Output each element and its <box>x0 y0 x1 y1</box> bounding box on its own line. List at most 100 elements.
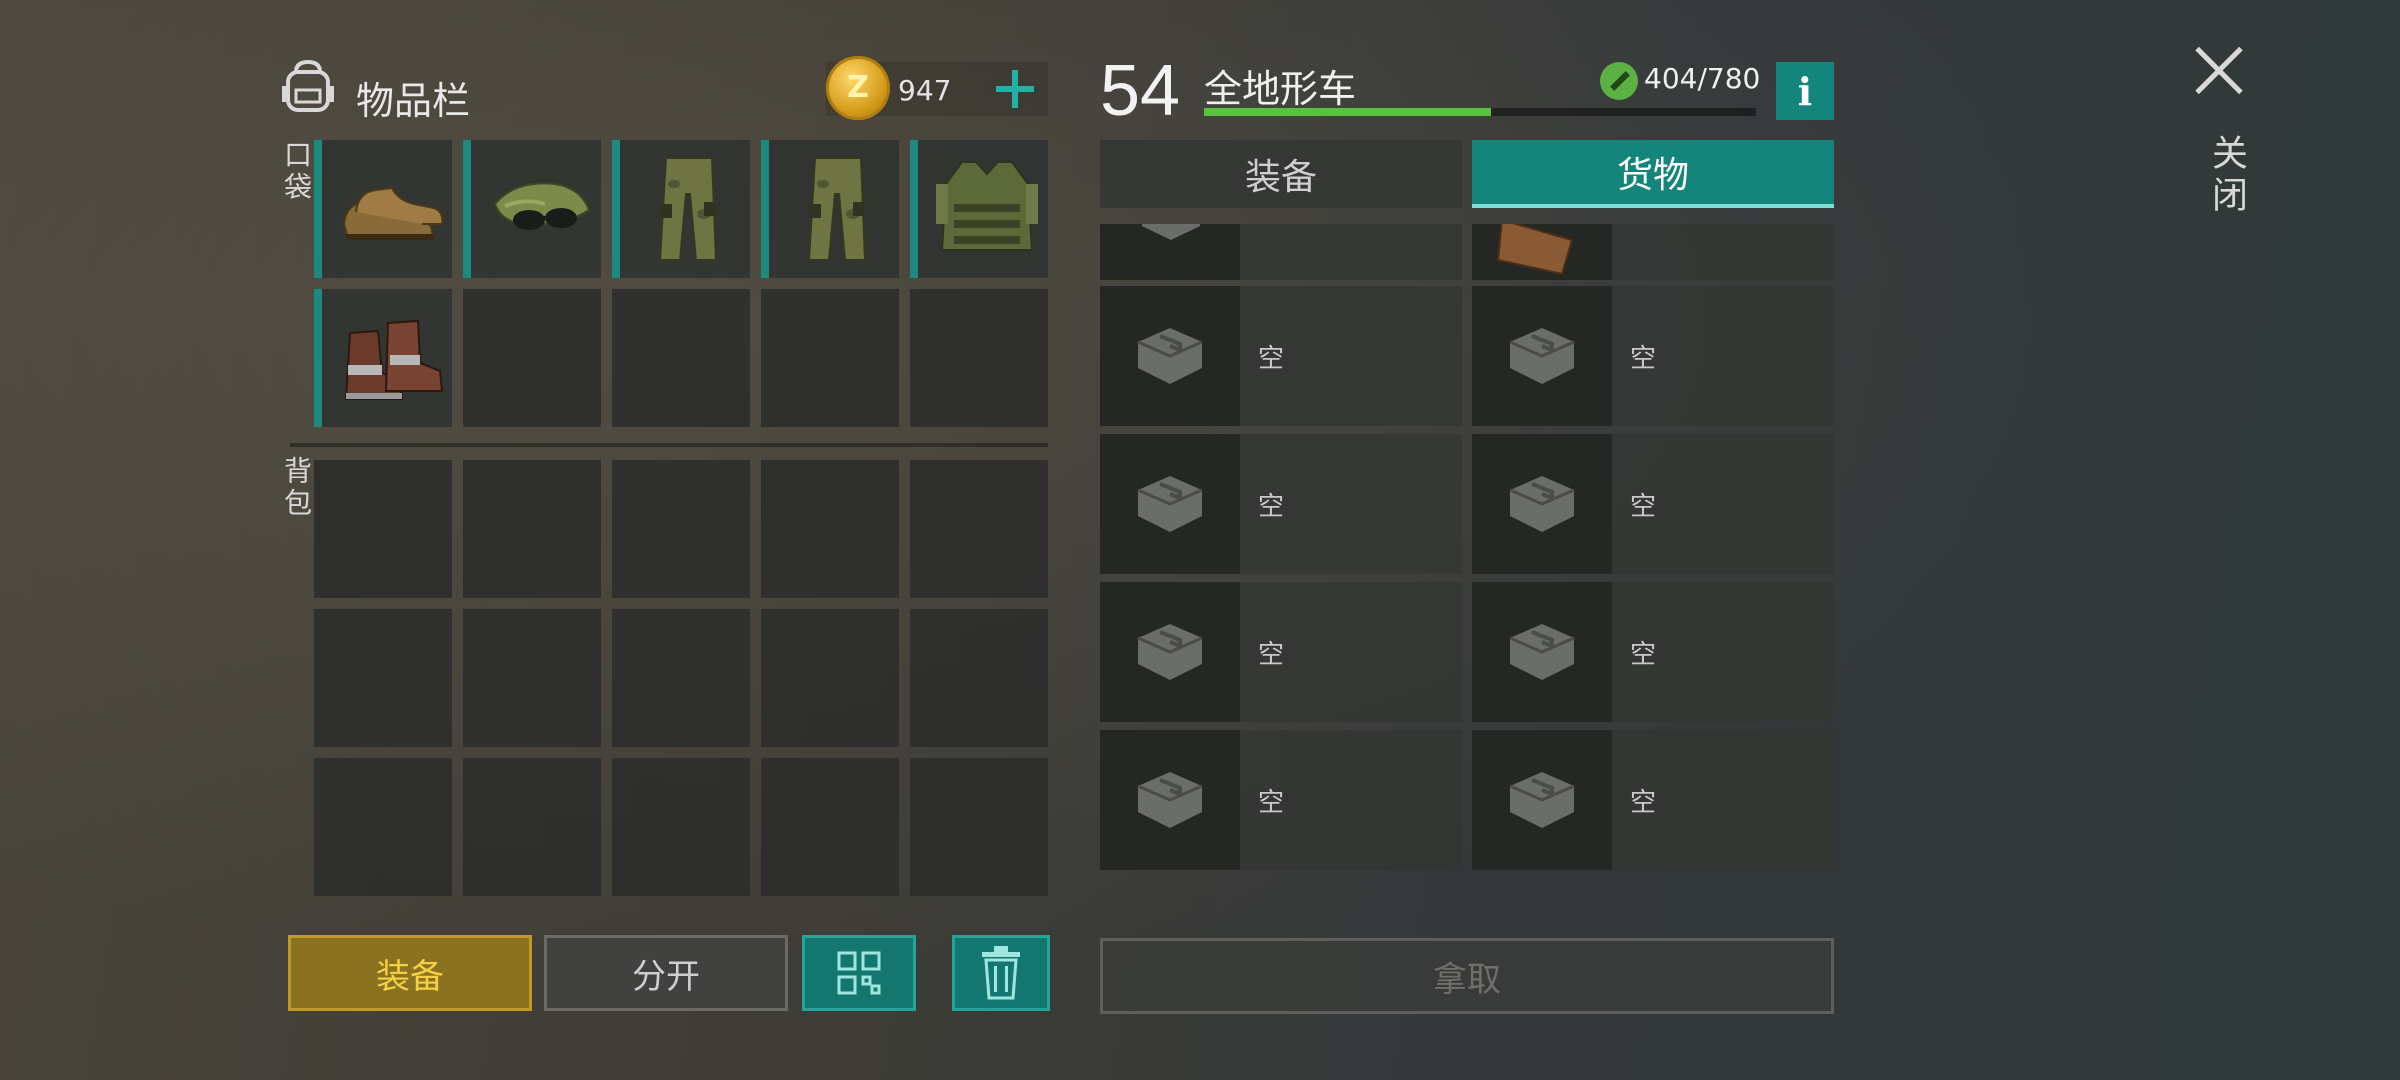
right-side-panel <box>2148 0 2400 1080</box>
empty-crate-icon <box>1137 624 1203 680</box>
cargo-slot-icon-box <box>1472 224 1612 280</box>
empty-label: 空 <box>1630 492 1657 522</box>
trash-button[interactable] <box>952 935 1050 1011</box>
wood-log-icon <box>1496 224 1574 276</box>
cargo-slot-icon-box <box>1472 286 1612 426</box>
camo-pants-icon <box>658 157 718 261</box>
cargo-slot-icon-box <box>1100 286 1240 426</box>
cargo-slot[interactable]: 空 <box>1100 286 1462 426</box>
add-coins-button[interactable] <box>990 62 1040 114</box>
empty-label: 空 <box>1630 640 1657 670</box>
backpack-slot[interactable] <box>463 460 601 598</box>
empty-crate-icon <box>1509 328 1575 384</box>
trash-icon <box>982 946 1020 1000</box>
cargo-row-partial <box>1100 224 1834 280</box>
camo-pants-icon <box>807 157 867 261</box>
tab-cargo[interactable]: 货物 <box>1472 140 1834 208</box>
backpack-slot[interactable] <box>910 460 1048 598</box>
cargo-slot-icon-box <box>1100 224 1240 280</box>
cargo-slot[interactable]: 空 <box>1472 286 1834 426</box>
cargo-list[interactable]: 空 空 空 空 空 空 空 空 <box>1100 224 1834 874</box>
backpack-slot[interactable] <box>314 609 452 747</box>
empty-crate-icon <box>1509 772 1575 828</box>
empty-crate-icon <box>1509 624 1575 680</box>
cargo-slot-icon-box <box>1472 434 1612 574</box>
backpack-slot[interactable] <box>761 460 899 598</box>
empty-label: 空 <box>1630 788 1657 818</box>
backpack-slot[interactable] <box>612 609 750 747</box>
backpack-slot[interactable] <box>761 609 899 747</box>
tactical-vest-icon <box>936 161 1038 251</box>
pocket-slot-tactical-vest[interactable] <box>910 140 1048 278</box>
cargo-row: 空 空 <box>1100 730 1834 870</box>
empty-crate-icon <box>1137 476 1203 532</box>
durability-bar-fill <box>1204 108 1492 116</box>
cargo-slot[interactable]: 空 <box>1100 434 1462 574</box>
cargo-slot[interactable] <box>1472 224 1834 280</box>
vehicle-level: 54 <box>1100 51 1181 131</box>
backpack-slot[interactable] <box>612 460 750 598</box>
cargo-slot[interactable]: 空 <box>1100 730 1462 870</box>
coin-amount: 947 <box>898 74 952 107</box>
pocket-slot-armored-boots[interactable] <box>314 289 452 427</box>
backpack-slot[interactable] <box>910 758 1048 896</box>
grid-icon <box>837 951 881 995</box>
empty-label: 空 <box>1258 788 1285 818</box>
empty-label: 空 <box>1258 640 1285 670</box>
backpack-label: 背包 <box>280 456 313 520</box>
vehicle-name: 全地形车 <box>1204 67 1357 111</box>
backpack-slot[interactable] <box>910 609 1048 747</box>
backpack-icon <box>282 59 334 112</box>
cargo-slot[interactable]: 空 <box>1472 730 1834 870</box>
close-icon[interactable] <box>2194 46 2244 96</box>
cargo-slot-icon-box <box>1100 730 1240 870</box>
durability-bar <box>1204 108 1756 116</box>
empty-label: 空 <box>1630 344 1657 374</box>
cargo-row: 空 空 <box>1100 582 1834 722</box>
empty-crate-icon <box>1509 476 1575 532</box>
crate-icon <box>1142 224 1200 240</box>
pocket-slot-empty[interactable] <box>761 289 899 427</box>
backpack-slot[interactable] <box>314 460 452 598</box>
cap-with-sunglasses-icon <box>493 182 591 230</box>
info-button[interactable]: i <box>1776 62 1834 120</box>
backpack-slot[interactable] <box>463 758 601 896</box>
cargo-row: 空 空 <box>1100 434 1834 574</box>
take-button[interactable]: 拿取 <box>1100 938 1834 1014</box>
pocket-slot-empty[interactable] <box>463 289 601 427</box>
cargo-slot[interactable]: 空 <box>1472 582 1834 722</box>
cargo-slot[interactable] <box>1100 224 1462 280</box>
empty-crate-icon <box>1137 772 1203 828</box>
cargo-slot[interactable]: 空 <box>1100 582 1462 722</box>
backpack-slot[interactable] <box>463 609 601 747</box>
vehicle-durability: 404/780 <box>1644 62 1761 95</box>
pocket-label: 口袋 <box>280 140 313 204</box>
cargo-slot-icon-box <box>1100 582 1240 722</box>
empty-label: 空 <box>1258 344 1285 374</box>
pocket-slot-camo-pants-1[interactable] <box>612 140 750 278</box>
cargo-slot-icon-box <box>1472 730 1612 870</box>
empty-crate-icon <box>1137 328 1203 384</box>
split-button[interactable]: 分开 <box>544 935 788 1011</box>
empty-label: 空 <box>1258 492 1285 522</box>
section-divider <box>290 443 1048 447</box>
pocket-slot-cap[interactable] <box>463 140 601 278</box>
inventory-title: 物品栏 <box>356 79 471 123</box>
sort-grid-button[interactable] <box>802 935 916 1011</box>
pocket-slot-work-shoes[interactable] <box>314 140 452 278</box>
backpack-slot[interactable] <box>314 758 452 896</box>
pocket-slot-empty[interactable] <box>612 289 750 427</box>
coin-icon: Z <box>826 56 890 120</box>
cargo-slot[interactable]: 空 <box>1472 434 1834 574</box>
backpack-slot[interactable] <box>761 758 899 896</box>
equip-button[interactable]: 装备 <box>288 935 532 1011</box>
pocket-slot-empty[interactable] <box>910 289 1048 427</box>
cargo-slot-icon-box <box>1100 434 1240 574</box>
close-label[interactable]: 关闭 <box>2200 134 2252 218</box>
pocket-slot-camo-pants-2[interactable] <box>761 140 899 278</box>
armored-boots-icon <box>344 319 444 400</box>
work-shoes-icon <box>342 186 444 240</box>
wrench-icon <box>1600 62 1638 100</box>
tab-equipment[interactable]: 装备 <box>1100 140 1462 208</box>
backpack-slot[interactable] <box>612 758 750 896</box>
